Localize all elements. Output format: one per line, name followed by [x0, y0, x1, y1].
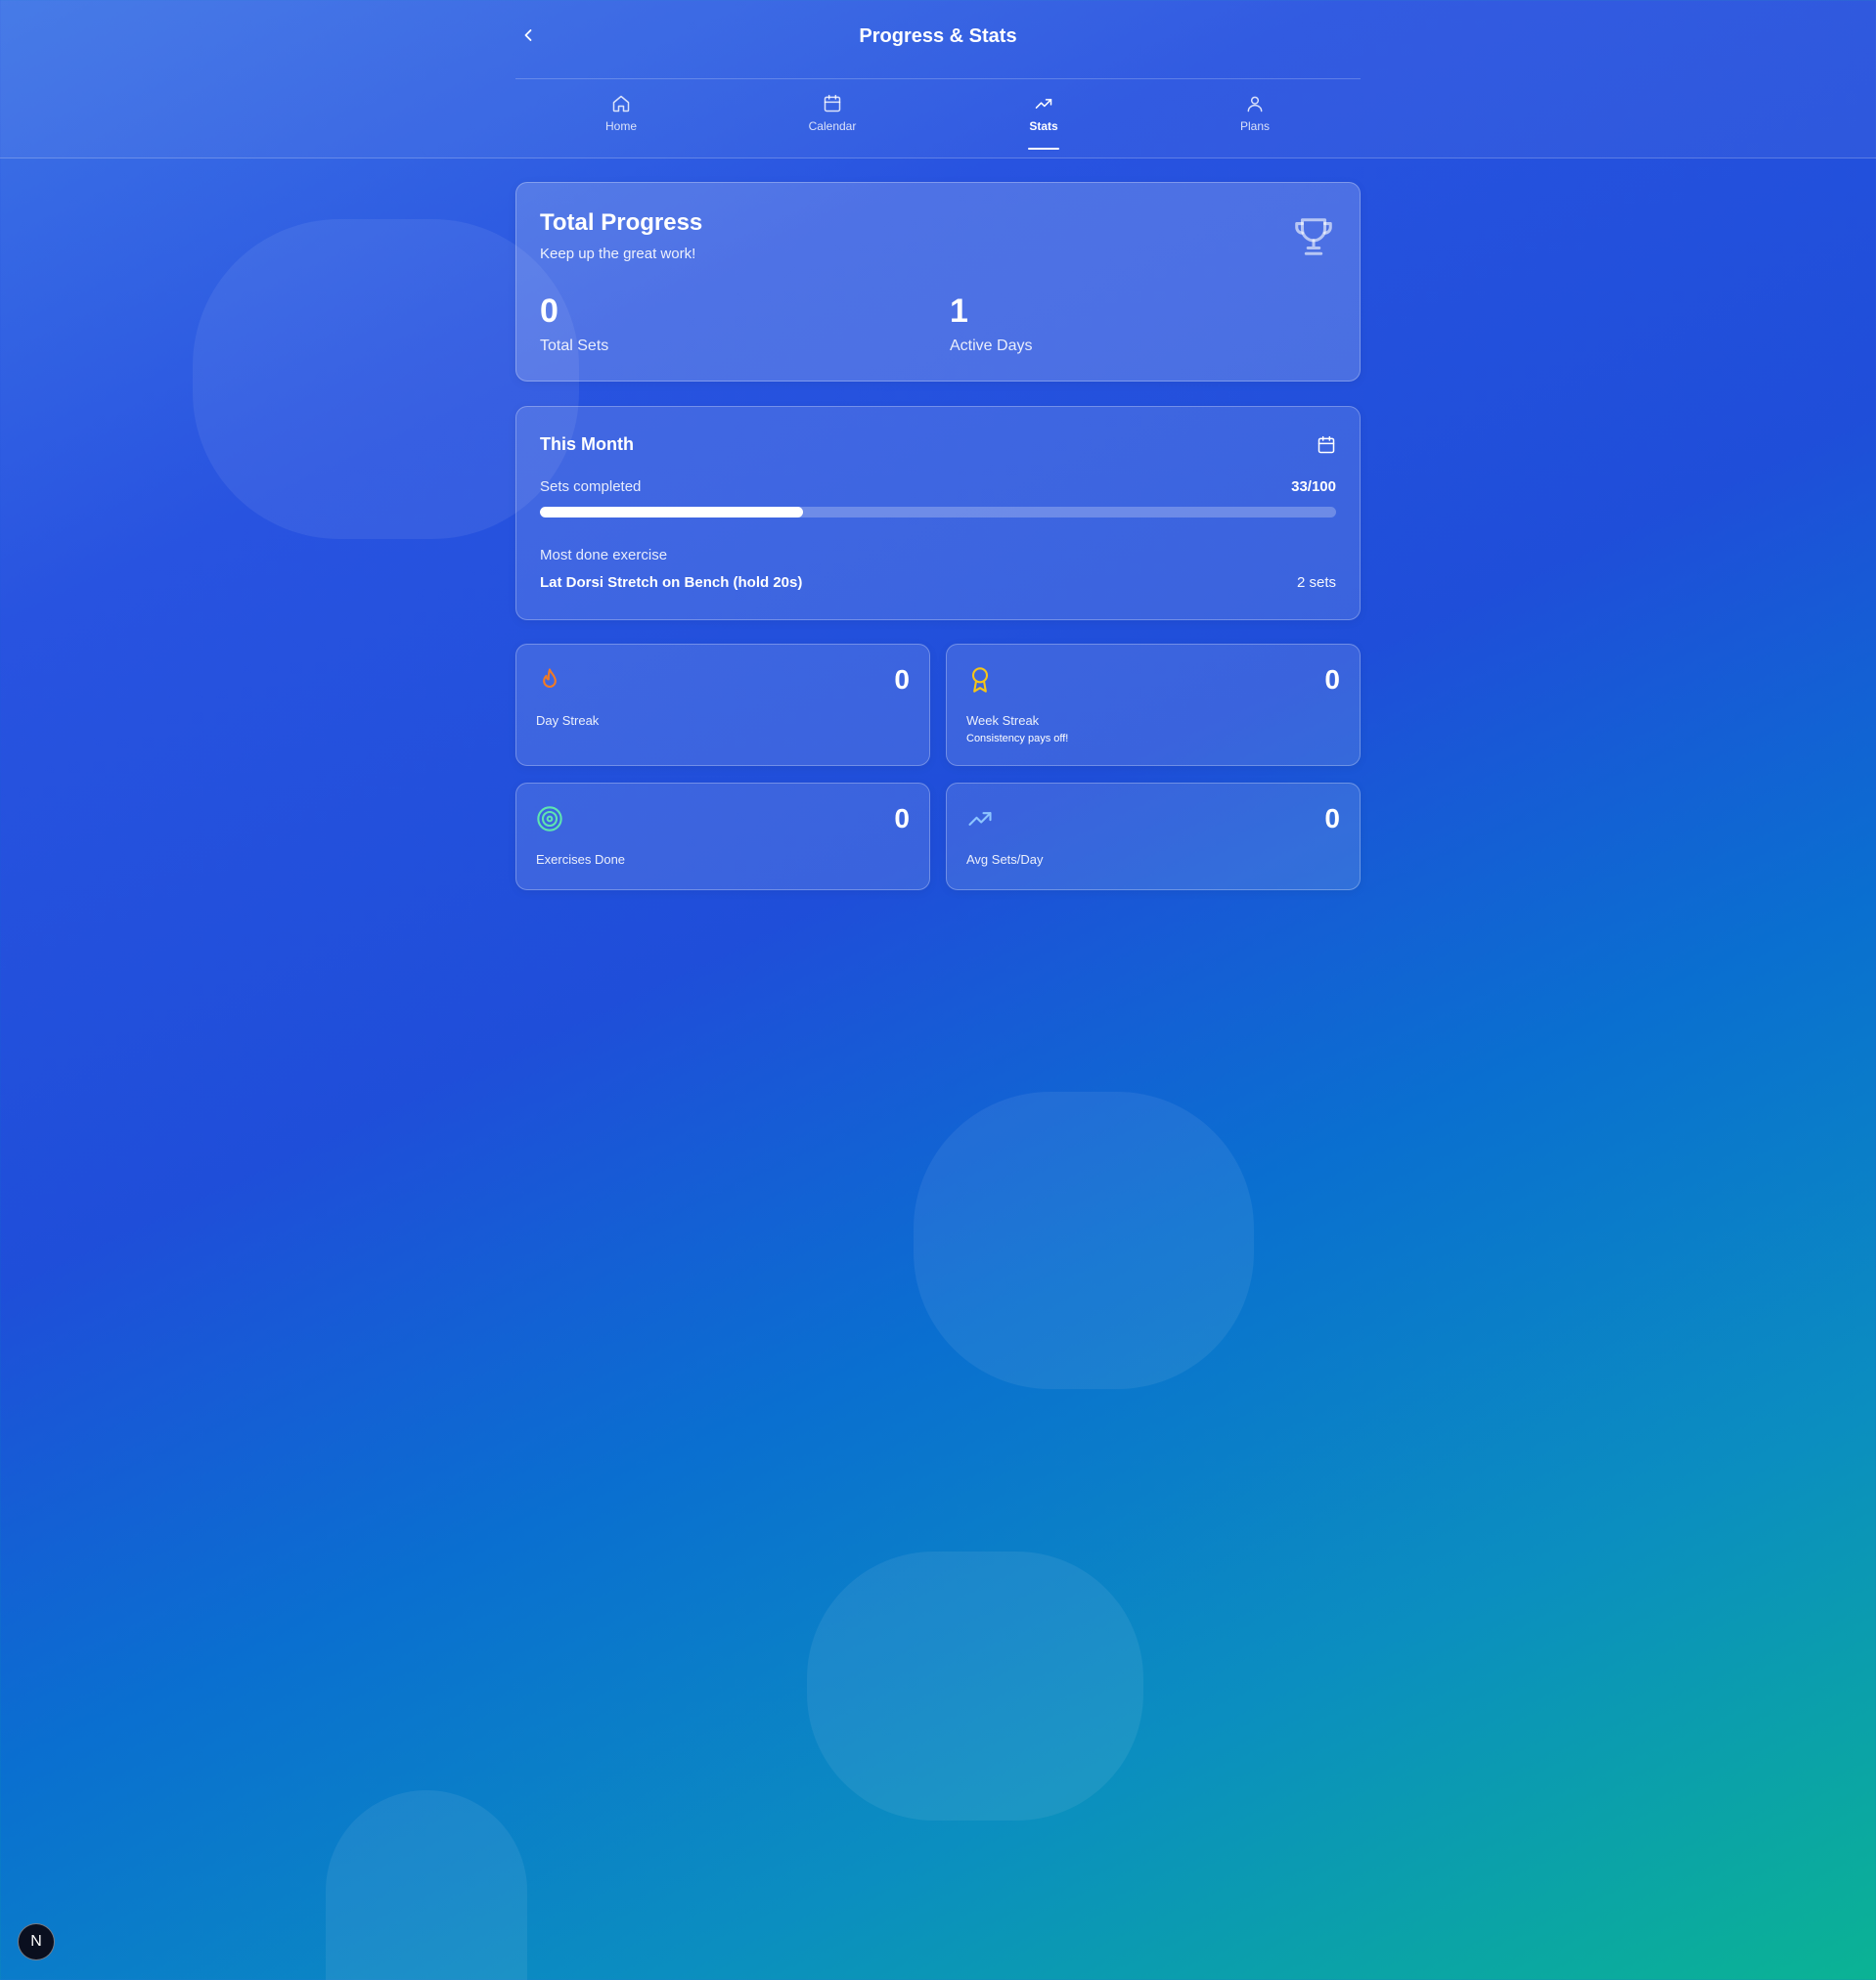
header-divider [515, 78, 1361, 79]
header-content: Progress & Stats Home Calendar Stats Pla… [515, 0, 1361, 158]
total-progress-card: Total Progress Keep up the great work! 0… [515, 182, 1361, 382]
week-streak-card: 0 Week Streak Consistency pays off! [946, 644, 1361, 766]
tab-label: Plans [1239, 119, 1271, 133]
tab-label: Stats [1029, 119, 1058, 133]
total-sets-value: 0 [540, 292, 558, 330]
tab-home[interactable]: Home [515, 92, 727, 153]
tab-label: Home [604, 119, 637, 133]
active-days-label: Active Days [950, 338, 1033, 354]
page-title: Progress & Stats [859, 25, 1017, 47]
tab-stats[interactable]: Stats [938, 92, 1149, 153]
this-month-title: This Month [540, 434, 634, 454]
trophy-icon [1295, 218, 1332, 255]
target-icon [537, 806, 562, 832]
total-progress-title: Total Progress [540, 209, 703, 236]
calendar-icon [1318, 435, 1335, 454]
week-streak-label: Week Streak [966, 713, 1040, 728]
day-streak-label: Day Streak [536, 713, 600, 728]
most-done-exercise-name: Lat Dorsi Stretch on Bench (hold 20s) [540, 574, 803, 591]
exercises-done-card: 0 Exercises Done [515, 783, 930, 890]
user-icon [1247, 96, 1263, 112]
total-sets-label: Total Sets [540, 338, 609, 354]
home-icon [612, 95, 630, 112]
progress-fill [540, 507, 803, 518]
background-blob [326, 1790, 527, 1980]
avg-sets-value: 0 [1324, 803, 1340, 833]
week-streak-subtext: Consistency pays off! [966, 733, 1069, 744]
tab-calendar[interactable]: Calendar [727, 92, 938, 153]
tab-label: Calendar [808, 119, 857, 133]
most-done-label: Most done exercise [540, 547, 668, 563]
trending-up-icon [1035, 99, 1052, 109]
trending-up-icon [968, 812, 992, 826]
tab-plans[interactable]: Plans [1149, 92, 1361, 153]
avg-sets-card: 0 Avg Sets/Day [946, 783, 1361, 890]
total-progress-subtitle: Keep up the great work! [540, 246, 696, 262]
dev-tools-badge[interactable]: N [18, 1923, 55, 1960]
top-header: Progress & Stats Home Calendar Stats Pla… [0, 0, 1876, 158]
active-tab-indicator [1028, 148, 1059, 150]
sets-progress-bar [540, 507, 1336, 518]
sets-completed-value: 33/100 [1291, 478, 1336, 495]
tab-bar: Home Calendar Stats Plans [515, 92, 1361, 153]
flame-icon [543, 668, 557, 689]
this-month-card: This Month Sets completed 33/100 Most do… [515, 406, 1361, 620]
calendar-icon [824, 94, 841, 112]
day-streak-value: 0 [894, 664, 910, 695]
exercises-done-label: Exercises Done [536, 852, 626, 867]
background-blob [914, 1092, 1254, 1389]
background-blob [807, 1552, 1143, 1821]
day-streak-card: 0 Day Streak [515, 644, 930, 766]
most-done-exercise-sets: 2 sets [1296, 574, 1336, 591]
active-days-value: 1 [950, 292, 968, 330]
avg-sets-label: Avg Sets/Day [966, 852, 1044, 867]
week-streak-value: 0 [1324, 664, 1340, 695]
exercises-done-value: 0 [894, 803, 910, 833]
award-icon [971, 667, 989, 693]
sets-completed-label: Sets completed [540, 478, 642, 495]
